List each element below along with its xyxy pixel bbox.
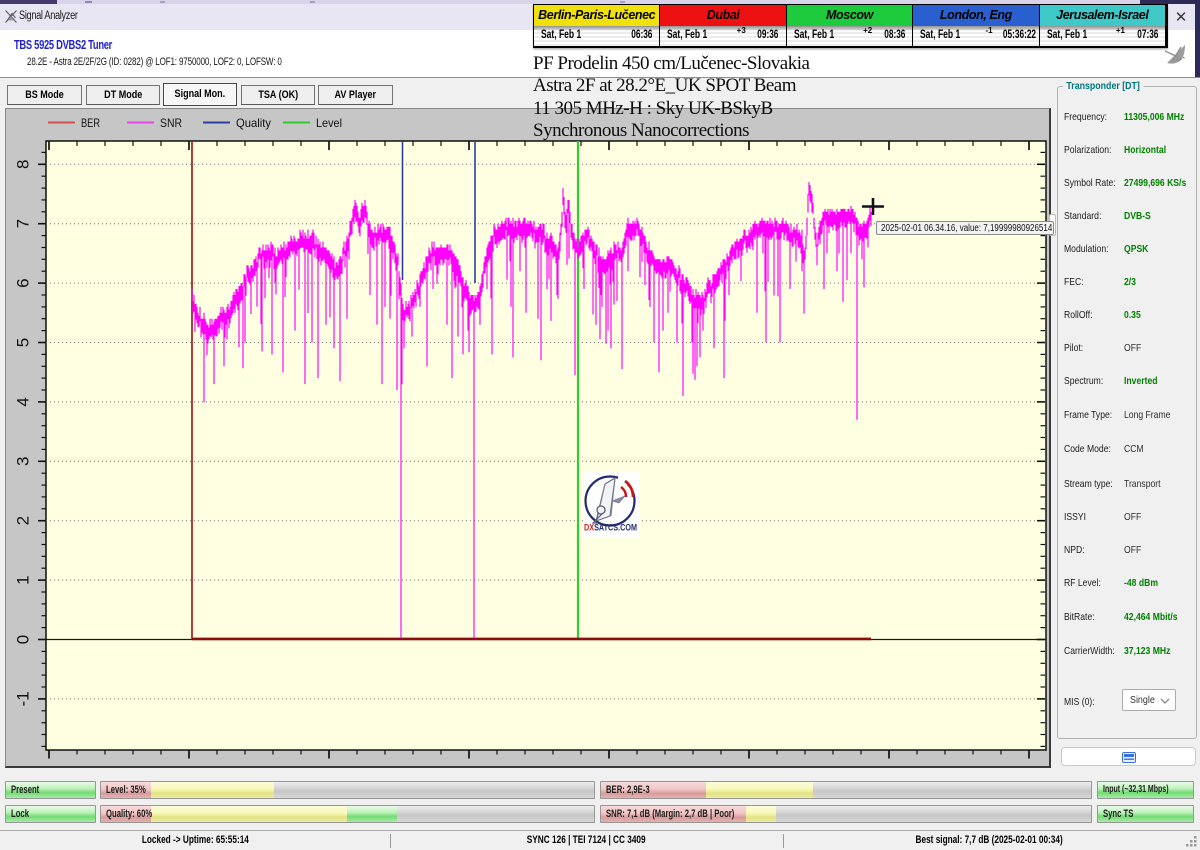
svg-text:6: 6	[14, 278, 33, 287]
svg-text:5: 5	[14, 338, 33, 347]
svg-text:4: 4	[14, 397, 33, 406]
svg-text:3: 3	[14, 457, 33, 466]
svg-text:-1: -1	[14, 691, 33, 706]
svg-text:Quality: Quality	[236, 116, 271, 130]
svg-text:SNR: SNR	[160, 116, 182, 130]
svg-text:8: 8	[14, 160, 33, 169]
svg-text:DXSATCS.COM: DXSATCS.COM	[584, 523, 637, 533]
svg-text:Level: Level	[316, 116, 342, 130]
svg-text:0: 0	[14, 635, 33, 644]
svg-text:1: 1	[14, 575, 33, 584]
svg-text:BER: BER	[81, 116, 100, 130]
svg-text:2: 2	[14, 516, 33, 525]
svg-text:7: 7	[14, 219, 33, 228]
